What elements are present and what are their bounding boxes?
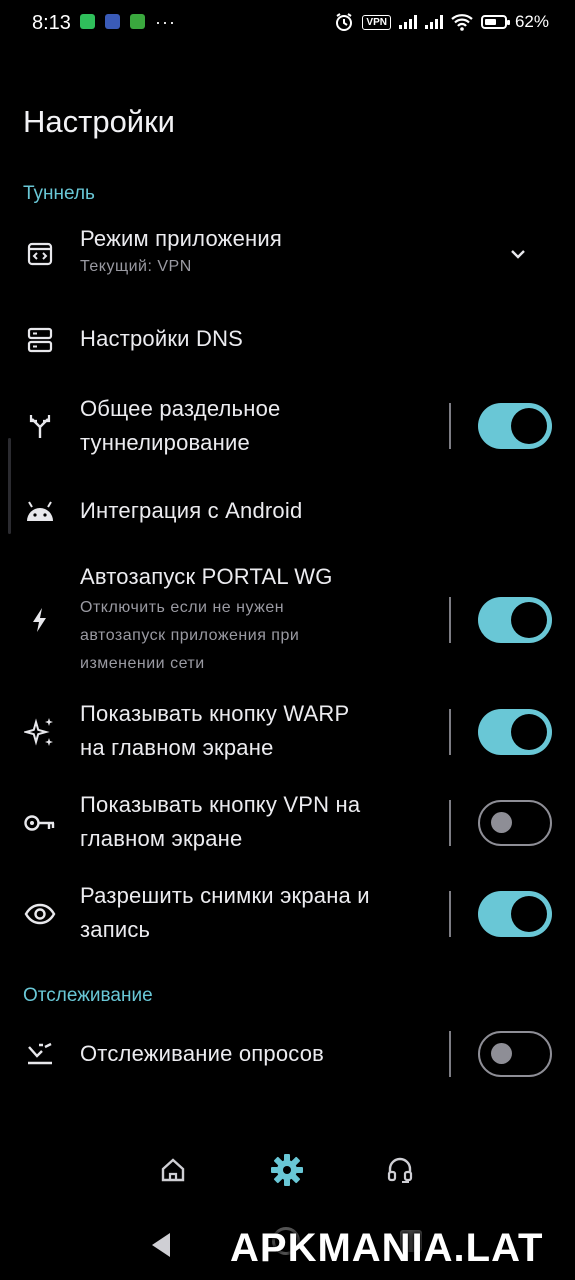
battery-icon [480, 15, 510, 29]
setting-vpn-button[interactable]: Показывать кнопку VPN на главном экране [0, 788, 575, 858]
alarm-icon [336, 13, 353, 31]
poll-tracking-toggle[interactable] [478, 1031, 552, 1077]
autostart-title: Автозапуск PORTAL WG [80, 564, 333, 589]
home-icon[interactable] [153, 1150, 193, 1190]
fitness-icon [130, 14, 145, 29]
setting-dns[interactable]: Настройки DNS [0, 318, 575, 364]
split-arrows-icon [22, 408, 58, 444]
toggle-knob [511, 408, 547, 444]
android-title: Интеграция с Android [80, 498, 303, 523]
headset-icon[interactable] [380, 1150, 420, 1190]
dns-title: Настройки DNS [80, 326, 244, 351]
eye-icon [22, 896, 58, 932]
poll-tracking-icon [22, 1036, 58, 1072]
toggle-knob [491, 1043, 512, 1064]
screenshots-toggle[interactable] [478, 891, 552, 937]
vpn-button-title-line1: Показывать кнопку VPN на [80, 792, 361, 817]
toggle-knob [491, 812, 512, 833]
vpn-button-title-line2: главном экране [80, 826, 243, 851]
setting-autostart[interactable]: Автозапуск PORTAL WG Отключить если не н… [0, 560, 575, 680]
divider [449, 891, 451, 937]
setting-screenshots[interactable]: Разрешить снимки экрана и запись [0, 879, 575, 949]
notification-icons: ··· [80, 11, 176, 32]
setting-split-tunnel[interactable]: Общее раздельное туннелирование [0, 392, 575, 462]
status-time: 8:13 [32, 12, 71, 34]
autostart-toggle[interactable] [478, 597, 552, 643]
warp-button-toggle[interactable] [478, 709, 552, 755]
signal-2-icon [424, 15, 443, 29]
app-mode-subtitle: Текущий: VPN [80, 258, 192, 275]
section-title-tunnel: Туннель [23, 183, 95, 204]
setting-app-mode[interactable]: Режим приложения Текущий: VPN [0, 222, 575, 292]
warp-button-title-line2: на главном экране [80, 735, 274, 760]
split-tunnel-title-line1: Общее раздельное [80, 396, 281, 421]
divider [449, 800, 451, 846]
vpn-status-icon: VPN [362, 14, 391, 30]
toggle-knob [511, 896, 547, 932]
divider [449, 597, 451, 643]
setting-warp-button[interactable]: Показывать кнопку WARP на главном экране [0, 697, 575, 767]
autostart-subtitle-line2: автозапуск приложения при [80, 627, 300, 644]
toggle-knob [511, 602, 547, 638]
warp-button-title-line1: Показывать кнопку WARP [80, 701, 350, 726]
split-tunnel-toggle[interactable] [478, 403, 552, 449]
signal-1-icon [398, 15, 417, 29]
bolt-icon [22, 602, 58, 638]
bottom-navigation [0, 1140, 575, 1200]
divider [449, 403, 451, 449]
section-title-tracking: Отслеживание [23, 985, 153, 1006]
dns-server-icon [22, 322, 58, 358]
autostart-subtitle-line3: изменении сети [80, 655, 205, 672]
back-icon[interactable] [152, 1233, 170, 1257]
setting-poll-tracking[interactable]: Отслеживание опросов [0, 1031, 575, 1077]
autostart-subtitle-line1: Отключить если не нужен [80, 599, 285, 616]
sparkles-icon [22, 714, 58, 750]
status-right: VPN 62% [334, 12, 549, 32]
watermark: APKMANIA.LAT [230, 1226, 544, 1270]
battery-text: 62% [514, 12, 549, 31]
app-window-icon [22, 236, 58, 272]
split-tunnel-title-line2: туннелирование [80, 430, 250, 455]
wifi-icon [451, 14, 473, 31]
divider [449, 1031, 451, 1077]
app-mode-title: Режим приложения [80, 226, 282, 251]
poll-tracking-title: Отслеживание опросов [80, 1041, 325, 1066]
screenshots-title-line1: Разрешить снимки экрана и [80, 883, 370, 908]
whatsapp-icon [80, 14, 95, 29]
scroll-indicator [8, 438, 11, 534]
setting-android-integration[interactable]: Интеграция с Android [0, 492, 575, 534]
vpn-button-toggle[interactable] [478, 800, 552, 846]
screenshots-title-line2: запись [80, 917, 151, 942]
more-notifications-icon: ··· [155, 11, 176, 32]
page-title: Настройки [23, 104, 176, 139]
app-notification-icon [105, 14, 120, 29]
chevron-down-icon[interactable] [506, 242, 530, 266]
toggle-knob [511, 714, 547, 750]
divider [449, 709, 451, 755]
settings-gear-icon[interactable] [267, 1150, 307, 1190]
status-bar: 8:13 ··· VPN 62% [0, 0, 575, 48]
android-icon [22, 495, 58, 531]
key-icon [22, 805, 58, 841]
